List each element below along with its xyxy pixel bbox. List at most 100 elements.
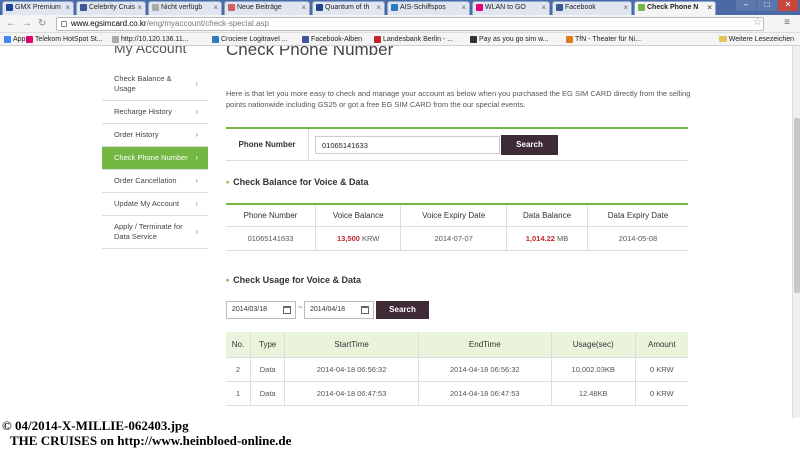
voice-expiry: 2014-07-07 xyxy=(400,226,507,251)
bookmarks-bar: Weitere Lesezeichen Apps Telekom HotSpot … xyxy=(0,33,800,46)
forward-icon[interactable]: → xyxy=(22,18,32,29)
tab-close-icon[interactable]: × xyxy=(65,2,70,14)
browser-tab[interactable]: Check Phone N × xyxy=(634,1,716,15)
tab-close-icon[interactable]: × xyxy=(461,2,466,14)
sidebar-item-label: Order Cancellation xyxy=(114,176,177,185)
sidebar-item[interactable]: Update My Account › xyxy=(102,193,208,216)
favicon-icon xyxy=(80,3,87,11)
date-from-input[interactable]: 2014/03/18 xyxy=(226,301,296,319)
browser-tab[interactable]: WLAN to GO × xyxy=(472,1,550,15)
sidebar-item[interactable]: Order Cancellation › xyxy=(102,170,208,193)
bookmark-item[interactable]: http://10.120.136.11... xyxy=(112,34,189,45)
account-sidebar: Check Balance & Usage › Recharge History › O… xyxy=(102,68,208,249)
usage-row: 1 Data 2014-04-18 06:47:53 2014-04-18 06:47… xyxy=(226,381,688,406)
usage-column-header: Amount xyxy=(634,332,688,358)
bookmark-label: Pay as you go sim w... xyxy=(479,36,549,43)
phone-search-button[interactable]: Search xyxy=(501,135,558,155)
chevron-right-icon: › xyxy=(195,199,198,208)
browser-tab[interactable]: GMX Premium × xyxy=(2,1,74,15)
balance-row: 01065141633 13,500 KRW 2014-07-07 1,014.… xyxy=(226,226,688,251)
browser-toolbar: ← → ↻ www.egsimcard.co.kr/eng/myaccount/… xyxy=(0,15,800,33)
sidebar-item-label: Check Balance & Usage xyxy=(114,74,172,93)
tab-label: Quantum of th xyxy=(325,4,370,11)
usage-cell: 10,002.03KB xyxy=(550,357,636,382)
phone-number-input[interactable] xyxy=(315,136,500,154)
reload-icon[interactable]: ↻ xyxy=(38,18,46,29)
browser-tab[interactable]: Quantum of th × xyxy=(312,1,385,15)
scrollbar-thumb[interactable] xyxy=(794,118,800,293)
bookmark-label: http://10.120.136.11... xyxy=(121,36,189,43)
bookmark-label: Facebook-Alben xyxy=(311,36,362,43)
back-icon[interactable]: ← xyxy=(6,18,16,29)
bookmark-icon xyxy=(302,35,309,43)
usage-cell: 2014-04-18 06:56:32 xyxy=(284,357,419,382)
browser-tab[interactable]: Facebook × xyxy=(552,1,632,15)
data-expiry: 2014-05-08 xyxy=(586,226,688,251)
balance-column-header: Voice Balance xyxy=(315,204,401,227)
tab-close-icon[interactable]: × xyxy=(707,2,712,14)
browser-tab[interactable]: Nicht verfügb × xyxy=(148,1,222,15)
data-balance-unit: MB xyxy=(554,233,569,243)
chevron-right-icon: › xyxy=(195,153,198,162)
usage-cell: Data xyxy=(249,381,285,406)
bookmark-item[interactable]: TfN - Theater für Ni... xyxy=(566,34,641,45)
balance-column-header: Data Balance xyxy=(506,204,588,227)
bookmark-star-icon[interactable]: ☆ xyxy=(753,17,762,28)
sidebar-item-label: Check Phone Number xyxy=(114,153,188,162)
usage-cell: 1 xyxy=(226,381,251,406)
bookmark-item[interactable]: Telekom HotSpot St... xyxy=(26,34,103,45)
browser-tabstrip: – □ ✕ GMX Premium × Celebrity Cruis × Nicht … xyxy=(0,0,800,15)
favicon-icon xyxy=(6,3,13,11)
bookmark-item[interactable]: Crociere Logitravel ... xyxy=(212,34,288,45)
balance-section-title: • Check Balance for Voice & Data xyxy=(226,177,369,187)
close-window-button[interactable]: ✕ xyxy=(778,0,798,11)
tab-close-icon[interactable]: × xyxy=(301,2,306,14)
page-icon xyxy=(61,21,67,27)
voice-balance: 13,500 KRW xyxy=(315,226,401,251)
usage-header-row: No. Type StartTime EndTime Usage(sec) Amount xyxy=(226,332,688,358)
address-bar[interactable]: www.egsimcard.co.kr/eng/myaccount/check-… xyxy=(56,17,764,31)
bookmarks-folder-label: Weitere Lesezeichen xyxy=(728,36,794,43)
tab-close-icon[interactable]: × xyxy=(541,2,546,14)
usage-column-header: EndTime xyxy=(417,332,552,358)
bookmark-label: Landesbank Berlin - ... xyxy=(383,36,454,43)
tab-close-icon[interactable]: × xyxy=(376,2,381,14)
sidebar-item[interactable]: Recharge History › xyxy=(102,101,208,124)
phone-search-form: Phone Number Search xyxy=(226,127,688,161)
sidebar-item[interactable]: Order History › xyxy=(102,124,208,147)
calendar-icon[interactable] xyxy=(361,306,369,314)
balance-column-header: Voice Expiry Date xyxy=(400,204,507,227)
tab-close-icon[interactable]: × xyxy=(213,2,218,14)
chevron-right-icon: › xyxy=(195,130,198,139)
calendar-icon[interactable] xyxy=(283,306,291,314)
usage-column-header: No. xyxy=(226,332,251,358)
bookmark-item[interactable]: Facebook-Alben xyxy=(302,34,362,45)
data-balance: 1,014.22 MB xyxy=(506,226,588,251)
sidebar-item[interactable]: Check Phone Number › xyxy=(102,147,208,170)
page-content: My Account Check Balance & Usage › Recharg… xyxy=(0,46,800,418)
bookmarks-folder[interactable]: Weitere Lesezeichen xyxy=(718,34,794,45)
maximize-button[interactable]: □ xyxy=(757,0,777,11)
scrollbar[interactable] xyxy=(792,46,800,418)
browser-tab[interactable]: Celebrity Cruis × xyxy=(76,1,146,15)
balance-title-text: Check Balance for Voice & Data xyxy=(233,177,369,187)
bookmark-item[interactable]: Landesbank Berlin - ... xyxy=(374,34,453,45)
minimize-button[interactable]: – xyxy=(736,0,756,11)
tab-close-icon[interactable]: × xyxy=(623,2,628,14)
data-balance-amount: 1,014.22 xyxy=(525,233,555,243)
browser-tab[interactable]: Neue Beiträge × xyxy=(224,1,310,15)
usage-search-button[interactable]: Search xyxy=(376,301,429,319)
usage-column-header: Type xyxy=(249,332,285,358)
menu-icon[interactable]: ≡ xyxy=(784,17,790,28)
tab-close-icon[interactable]: × xyxy=(137,2,142,14)
bookmark-icon xyxy=(470,35,477,43)
bookmark-item[interactable]: Pay as you go sim w... xyxy=(470,34,549,45)
window-controls: – □ ✕ xyxy=(736,0,798,12)
sidebar-item[interactable]: Check Balance & Usage › xyxy=(102,68,208,101)
date-to-input[interactable]: 2014/04/18 xyxy=(304,301,374,319)
browser-tab[interactable]: AIS-Schiffspos × xyxy=(387,1,470,15)
url-host: www.egsimcard.co.kr xyxy=(71,19,147,28)
voice-balance-amount: 13,500 xyxy=(336,233,360,243)
usage-cell: 0 KRW xyxy=(634,381,688,406)
sidebar-item[interactable]: Apply / Terminate for Data Service › xyxy=(102,216,208,249)
